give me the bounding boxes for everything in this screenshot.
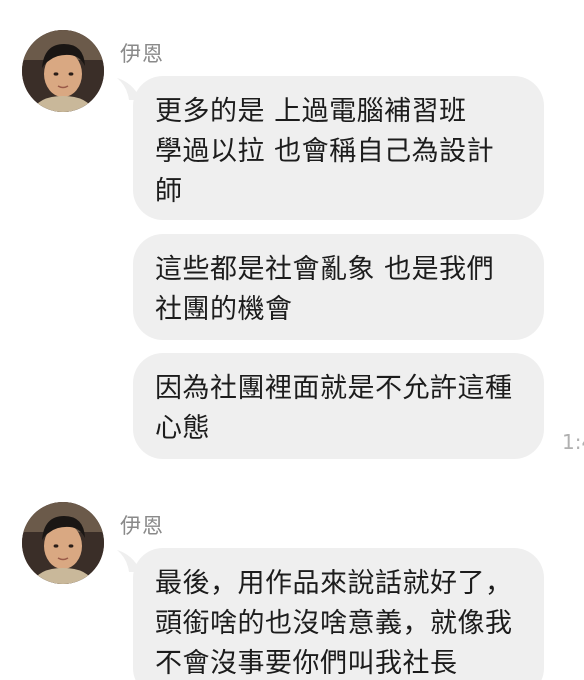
message-text: 因為社團裡面就是不允許這種 bbox=[155, 373, 513, 404]
sender-name: 伊恩 bbox=[120, 42, 164, 66]
message-bubble[interactable]: 最後，用作品來說話就好了， 頭銜啥的也沒啥意義，就像我 不會沒事要你們叫我社長 bbox=[133, 548, 544, 680]
message-text: 更多的是 上過電腦補習班 bbox=[155, 96, 467, 127]
message-bubble[interactable]: 更多的是 上過電腦補習班 學過以拉 也會稱自己為設計 師 bbox=[133, 76, 544, 220]
message-text: 不會沒事要你們叫我社長 bbox=[155, 648, 458, 679]
chat-thread: 伊恩 更多的是 上過電腦補習班 學過以拉 也會稱自己為設計 師 這些都是社會亂象… bbox=[0, 0, 584, 680]
message-text: 社團的機會 bbox=[155, 294, 293, 325]
message-text: 這些都是社會亂象 也是我們 bbox=[155, 254, 495, 285]
message-text: 學過以拉 也會稱自己為設計 bbox=[155, 136, 495, 167]
avatar-photo-icon bbox=[22, 502, 104, 584]
message-text: 頭銜啥的也沒啥意義，就像我 bbox=[155, 608, 513, 639]
message-text: 師 bbox=[155, 176, 183, 207]
message-timestamp: 1:4 bbox=[562, 430, 584, 454]
sender-avatar[interactable] bbox=[22, 502, 104, 584]
message-text: 心態 bbox=[155, 413, 210, 444]
message-bubble[interactable]: 這些都是社會亂象 也是我們 社團的機會 bbox=[133, 234, 544, 340]
sender-avatar[interactable] bbox=[22, 30, 104, 112]
message-bubble[interactable]: 因為社團裡面就是不允許這種 心態 bbox=[133, 353, 544, 459]
message-text: 最後，用作品來說話就好了， bbox=[155, 568, 513, 599]
sender-name: 伊恩 bbox=[120, 514, 164, 538]
avatar-photo-icon bbox=[22, 30, 104, 112]
